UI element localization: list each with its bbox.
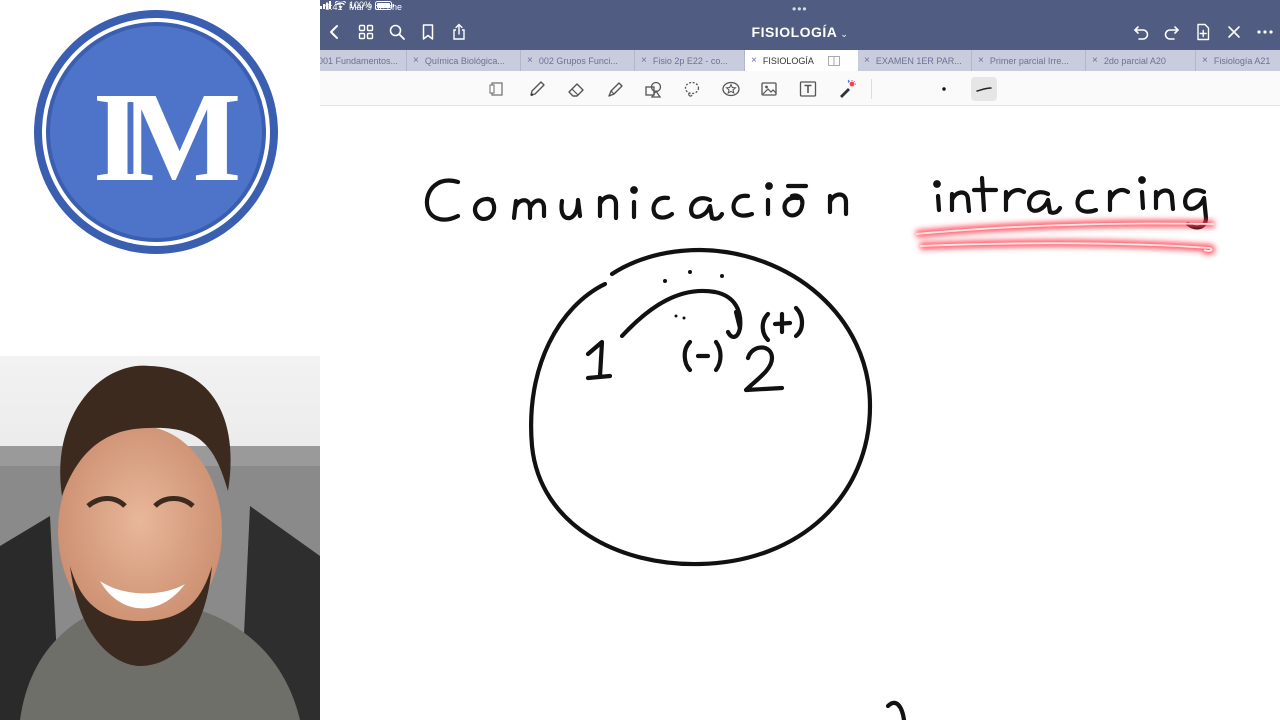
tab-bar: 001 Fundamentos... × Química Biológica...…: [320, 50, 1280, 71]
chevron-down-icon: ⌄: [840, 29, 849, 39]
text-icon[interactable]: [795, 77, 821, 101]
shapes-icon[interactable]: [640, 77, 666, 101]
laser-icon[interactable]: [834, 77, 860, 101]
divider: [871, 79, 872, 99]
tab-close-icon[interactable]: ×: [1092, 55, 1098, 66]
hand-drawn-cell-diagram: [529, 247, 873, 567]
tab-item[interactable]: × Primer parcial Irre...: [972, 50, 1086, 71]
handwriting-layer: [424, 175, 1216, 720]
tab-item[interactable]: 001 Fundamentos...: [320, 50, 407, 71]
more-icon[interactable]: [1254, 21, 1276, 43]
tab-close-icon[interactable]: ×: [413, 55, 419, 66]
tab-close-icon[interactable]: ×: [978, 55, 984, 66]
tools-row: [320, 71, 1280, 106]
bookmark-icon[interactable]: [417, 21, 439, 43]
document-title[interactable]: FISIOLOGÍA ⌄: [700, 24, 900, 40]
screen: IM 9:41 Mar 9 de ene ••• 100% FISIOLOGÍA…: [0, 0, 1280, 720]
back-icon[interactable]: [324, 21, 346, 43]
lasso-icon[interactable]: [679, 77, 705, 101]
tab-close-icon[interactable]: ×: [641, 55, 647, 66]
tab-label: Fisio 2p E22 - co...: [652, 55, 728, 66]
grid-icon[interactable]: [355, 21, 377, 43]
document-title-text: FISIOLOGÍA: [751, 24, 838, 40]
multitask-dots[interactable]: •••: [792, 2, 808, 16]
pen-style-icon[interactable]: [971, 77, 997, 101]
sticker-icon[interactable]: [718, 77, 744, 101]
handwritten-dots: [663, 270, 724, 320]
tab-item[interactable]: × Fisio 2p E22 - co...: [635, 50, 745, 71]
tab-label: 002 Grupos Funci...: [538, 55, 618, 66]
tab-item[interactable]: × 002 Grupos Funci...: [521, 50, 635, 71]
tab-label: 001 Fundamentos...: [320, 55, 399, 66]
notes-app: 9:41 Mar 9 de ene ••• 100% FISIOLOGÍA ⌄ …: [320, 0, 1280, 720]
status-date: Mar 9 de ene: [349, 2, 403, 12]
tab-label: EXAMEN 1ER PAR...: [875, 55, 962, 66]
page-layout-icon[interactable]: [484, 77, 510, 101]
share-icon[interactable]: [448, 21, 470, 43]
tab-close-icon[interactable]: ×: [864, 55, 870, 66]
tab-label: 2do parcial A20: [1103, 55, 1166, 66]
redo-icon[interactable]: [1161, 21, 1183, 43]
close-icon[interactable]: [1223, 21, 1245, 43]
status-time: 9:41: [325, 2, 343, 12]
tab-item[interactable]: × Química Biológica...: [407, 50, 521, 71]
pen-icon[interactable]: [524, 77, 550, 101]
tab-close-icon[interactable]: ×: [1202, 55, 1208, 66]
tab-label: Química Biológica...: [424, 55, 505, 66]
handwriting-partial-stroke: [885, 700, 907, 720]
tab-item[interactable]: × EXAMEN 1ER PAR...: [858, 50, 972, 71]
notebook-page[interactable]: [320, 106, 1280, 720]
pen-size-dot-icon[interactable]: [931, 77, 957, 101]
tab-label: Primer parcial Irre...: [989, 55, 1069, 66]
logo-text: IM: [93, 66, 239, 208]
webcam-feed: [0, 356, 320, 720]
tab-label: FISIOLOGÍA: [762, 55, 814, 66]
tab-item-active[interactable]: × FISIOLOGÍA: [745, 50, 858, 71]
add-page-icon[interactable]: [1192, 21, 1214, 43]
highlighter-icon[interactable]: [602, 77, 628, 101]
tab-close-icon[interactable]: ×: [751, 55, 757, 66]
left-panel: IM: [0, 0, 320, 720]
image-icon[interactable]: [756, 77, 782, 101]
undo-icon[interactable]: [1130, 21, 1152, 43]
handwritten-title-comunicacion: [424, 178, 849, 222]
im-logo: IM: [34, 10, 278, 254]
search-icon[interactable]: [386, 21, 408, 43]
tab-item[interactable]: × Fisiología A21: [1196, 50, 1280, 71]
eraser-icon[interactable]: [563, 77, 589, 101]
tab-label: Fisiología A21: [1213, 55, 1271, 66]
laser-pointer-underline: [915, 219, 1216, 255]
top-bar: 9:41 Mar 9 de ene ••• 100% FISIOLOGÍA ⌄: [320, 0, 1280, 50]
tab-close-icon[interactable]: ×: [527, 55, 533, 66]
split-view-icon[interactable]: [827, 55, 840, 66]
tab-item[interactable]: × 2do parcial A20: [1086, 50, 1196, 71]
